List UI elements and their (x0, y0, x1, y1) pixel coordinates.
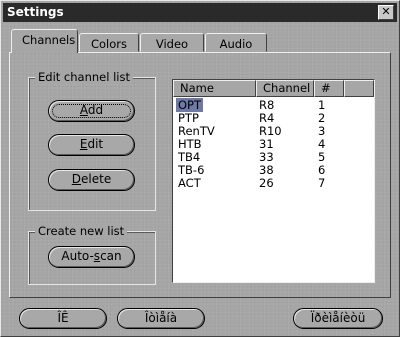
delete-button-label: elete (81, 172, 112, 186)
close-icon: ✕ (381, 5, 391, 18)
tab-video[interactable]: Video (140, 33, 204, 52)
edit-channel-list-label: Edit channel list (35, 70, 133, 84)
auto-scan-button[interactable]: Auto-scan (48, 246, 135, 268)
tab-audio[interactable]: Audio (205, 33, 267, 52)
auto-scan-label-post: can (100, 249, 122, 263)
create-new-list-label: Create new list (35, 224, 128, 238)
column-header-empty (344, 80, 374, 97)
edit-button[interactable]: Edit (48, 134, 135, 156)
tab-channels[interactable]: Channels (11, 29, 78, 53)
tab-audio-label: Audio (219, 37, 253, 51)
title-bar[interactable]: Settings ✕ (3, 3, 397, 22)
delete-button[interactable]: Delete (48, 169, 135, 191)
tab-channels-label: Channels (22, 33, 76, 47)
channel-list-header: Name Channel # (173, 80, 374, 97)
close-button[interactable]: ✕ (378, 5, 394, 20)
cell-name: ACT (178, 176, 201, 190)
cancel-button[interactable]: Îòìåíà (117, 308, 205, 329)
window-title: Settings (7, 5, 64, 19)
cell-channel: 26 (259, 176, 274, 190)
channel-list[interactable]: Name Channel # OPT R8 1 PTP R4 2 RenTV R… (172, 79, 375, 283)
table-row[interactable]: ACT 26 7 (173, 177, 374, 190)
apply-button-label: Ïðèìåíèòü (310, 311, 366, 325)
column-header-name[interactable]: Name (173, 80, 256, 97)
column-number-label: # (321, 81, 331, 95)
settings-window: Settings ✕ Channels Colors Video Audio E… (0, 0, 400, 337)
column-name-label: Name (180, 81, 214, 95)
ok-button-label: ÎÊ (57, 311, 69, 325)
column-channel-label: Channel (263, 81, 311, 95)
add-button-label: dd (87, 103, 104, 117)
cell-number: 7 (318, 176, 326, 190)
cancel-button-label: Îòìåíà (144, 311, 178, 325)
tab-colors-label: Colors (90, 37, 128, 51)
tab-colors[interactable]: Colors (79, 33, 139, 52)
delete-button-mnemonic: D (71, 172, 82, 186)
ok-button[interactable]: ÎÊ (19, 308, 107, 329)
edit-button-label: dit (87, 137, 104, 151)
auto-scan-label-pre: Auto- (61, 249, 94, 263)
tab-video-label: Video (155, 37, 189, 51)
cell-name: OPT (176, 98, 204, 112)
apply-button[interactable]: Ïðèìåíèòü (293, 308, 383, 329)
column-header-number[interactable]: # (314, 80, 344, 97)
add-button[interactable]: Add (48, 100, 135, 122)
add-button-mnemonic: A (79, 103, 88, 117)
column-header-channel[interactable]: Channel (256, 80, 314, 97)
